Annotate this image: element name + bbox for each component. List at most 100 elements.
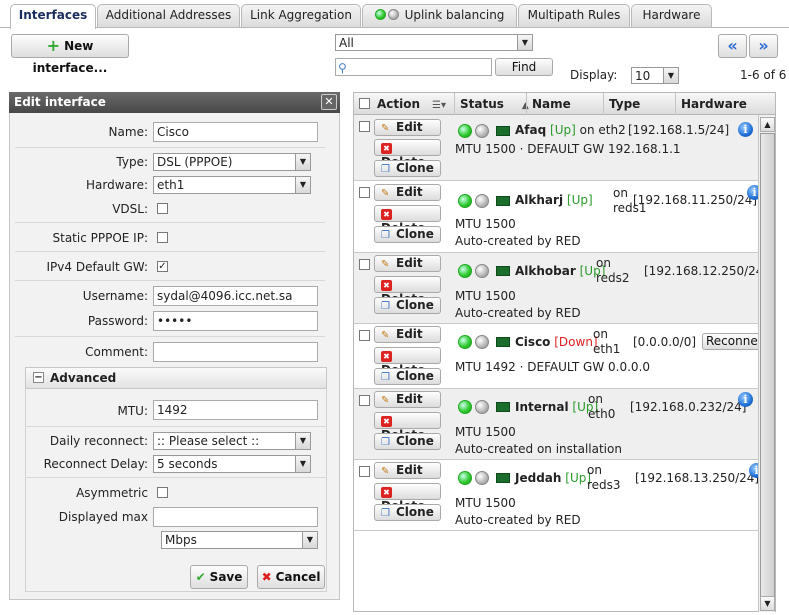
tab-multipath-rules[interactable]: Multipath Rules: [518, 4, 630, 27]
scrollbar-thumb[interactable]: [760, 133, 775, 600]
clone-button[interactable]: ❐ Clone: [374, 226, 441, 243]
column-type[interactable]: Type: [603, 93, 675, 115]
status-off-icon: [475, 124, 489, 138]
close-icon[interactable]: ✕: [321, 94, 337, 110]
advanced-section-header[interactable]: − Advanced: [25, 367, 327, 389]
row-checkbox[interactable]: [359, 466, 370, 477]
clone-button[interactable]: ❐ Clone: [374, 504, 441, 521]
row-checkbox[interactable]: [359, 187, 370, 198]
divider: [25, 426, 327, 427]
row-checkbox[interactable]: [359, 330, 370, 341]
default-gw-checkbox[interactable]: ✓: [157, 261, 168, 272]
delete-button[interactable]: ✖Delete: [374, 139, 441, 169]
edit-button[interactable]: ✎ Edit: [374, 184, 441, 201]
row-checkbox[interactable]: [359, 259, 370, 270]
tab-interfaces[interactable]: Interfaces: [10, 4, 96, 29]
interface-hardware: on reds2: [596, 256, 630, 285]
grid-scrollbar[interactable]: ▲ ▼: [758, 115, 775, 612]
vdsl-label: VDSL:: [112, 202, 148, 216]
name-input[interactable]: Cisco: [153, 122, 318, 142]
delete-icon: ✖: [381, 351, 392, 362]
column-action[interactable]: Action ☰▾: [372, 93, 454, 115]
interface-summary: Alkhobar [Up]: [515, 264, 605, 278]
filter-select[interactable]: All ▼: [335, 34, 533, 51]
delete-button[interactable]: ✖Delete: [374, 276, 441, 306]
clone-button[interactable]: ❐ Clone: [374, 160, 441, 177]
clone-button[interactable]: ❐ Clone: [374, 297, 441, 314]
select-all-checkbox[interactable]: [359, 98, 370, 109]
column-hardware[interactable]: Hardware: [675, 93, 775, 115]
username-input[interactable]: sydal@4096.icc.net.sa: [153, 286, 318, 306]
unit-select[interactable]: Mbps ▼: [161, 531, 318, 549]
edit-button[interactable]: ✎ Edit: [374, 391, 441, 408]
column-name[interactable]: Name: [526, 93, 603, 115]
tab-additional-addresses[interactable]: Additional Addresses: [97, 4, 240, 27]
comment-input[interactable]: [153, 342, 318, 362]
static-ip-checkbox[interactable]: [157, 232, 168, 243]
status-green-icon: [374, 9, 386, 20]
delete-button[interactable]: ✖Delete: [374, 347, 441, 377]
delete-button[interactable]: ✖Delete: [374, 483, 441, 513]
interface-details: MTU 1500 · DEFAULT GW 192.168.1.1: [455, 142, 681, 156]
panel-title: Edit interface: [14, 95, 106, 109]
next-page-button[interactable]: »: [749, 34, 778, 58]
asymmetric-label: Asymmetric: [76, 486, 148, 500]
cancel-button[interactable]: ✖ Cancel: [257, 565, 325, 589]
password-input[interactable]: •••••: [153, 311, 318, 331]
interface-comment: Auto-created by RED: [455, 513, 581, 527]
column-menu-icon[interactable]: ☰▾: [432, 100, 446, 111]
interface-details: MTU 1500: [455, 289, 516, 303]
status-on-icon: [458, 335, 472, 349]
row-checkbox[interactable]: [359, 395, 370, 406]
daily-reconnect-select[interactable]: :: Please select :: ▼: [153, 432, 311, 450]
interface-hardware: on eth2: [579, 123, 626, 137]
tab-link-aggregation[interactable]: Link Aggregation: [241, 4, 361, 27]
reconnect-delay-select[interactable]: 5 seconds ▼: [153, 455, 311, 473]
edit-button[interactable]: ✎ Edit: [374, 326, 441, 343]
tab-label: Uplink balancing: [404, 8, 505, 22]
interface-state: [Up]: [566, 193, 593, 207]
delete-button[interactable]: ✖Delete: [374, 412, 441, 442]
edit-button[interactable]: ✎ Edit: [374, 462, 441, 479]
vdsl-checkbox[interactable]: [157, 203, 168, 214]
info-icon[interactable]: i: [738, 122, 753, 137]
tab-hardware[interactable]: Hardware: [631, 4, 712, 27]
row-checkbox[interactable]: [359, 121, 370, 132]
interface-summary: Jeddah [Up]: [515, 471, 591, 485]
interface-comment: Auto-created by RED: [455, 306, 581, 320]
column-status[interactable]: Status ▲: [454, 93, 529, 115]
info-icon[interactable]: i: [738, 392, 753, 407]
search-input[interactable]: ⚲: [335, 58, 492, 76]
static-ip-label: Static PPPOE IP:: [52, 231, 149, 245]
scroll-down-icon[interactable]: ▼: [760, 596, 775, 611]
save-button[interactable]: ✔ Save: [190, 565, 248, 589]
clone-button[interactable]: ❐ Clone: [374, 368, 441, 385]
delete-button[interactable]: ✖Delete: [374, 205, 441, 235]
edit-button[interactable]: ✎ Edit: [374, 119, 441, 136]
new-interface-button[interactable]: + New interface...: [11, 34, 129, 75]
tab-uplink-balancing[interactable]: Uplink balancing: [362, 4, 517, 27]
reconnect-button[interactable]: Reconnect: [702, 333, 760, 350]
scroll-up-icon[interactable]: ▲: [760, 117, 775, 132]
name-value: Cisco: [157, 125, 189, 139]
edit-label: Edit: [396, 392, 423, 406]
grid-header: Action ☰▾ Status ▲ Name Type Hardware: [354, 93, 775, 115]
interface-state: [Up]: [550, 123, 576, 137]
mtu-input[interactable]: 1492: [153, 400, 318, 420]
previous-page-button[interactable]: «: [718, 34, 747, 58]
asymmetric-checkbox[interactable]: [157, 487, 168, 498]
edit-button[interactable]: ✎ Edit: [374, 255, 441, 272]
clone-label: Clone: [396, 434, 434, 448]
find-button[interactable]: Find: [495, 58, 553, 76]
clone-button[interactable]: ❐ Clone: [374, 433, 441, 450]
table-row: ✎ Edit ✖Delete ❐ Clone Jeddah [Up] on reds…: [354, 460, 764, 531]
chevron-down-icon: ▼: [295, 154, 310, 170]
displayed-max-input[interactable]: [153, 507, 318, 527]
table-row: ✎ Edit ✖Delete ❐ Clone Afaq [Up] on eth2 […: [354, 115, 758, 181]
display-select[interactable]: 10 ▼: [631, 67, 679, 84]
password-label: Password:: [87, 314, 148, 328]
interface-name: Internal: [515, 400, 569, 414]
clone-label: Clone: [396, 227, 434, 241]
hardware-select[interactable]: eth1 ▼: [153, 176, 311, 194]
type-select[interactable]: DSL (PPPOE) ▼: [153, 153, 311, 171]
